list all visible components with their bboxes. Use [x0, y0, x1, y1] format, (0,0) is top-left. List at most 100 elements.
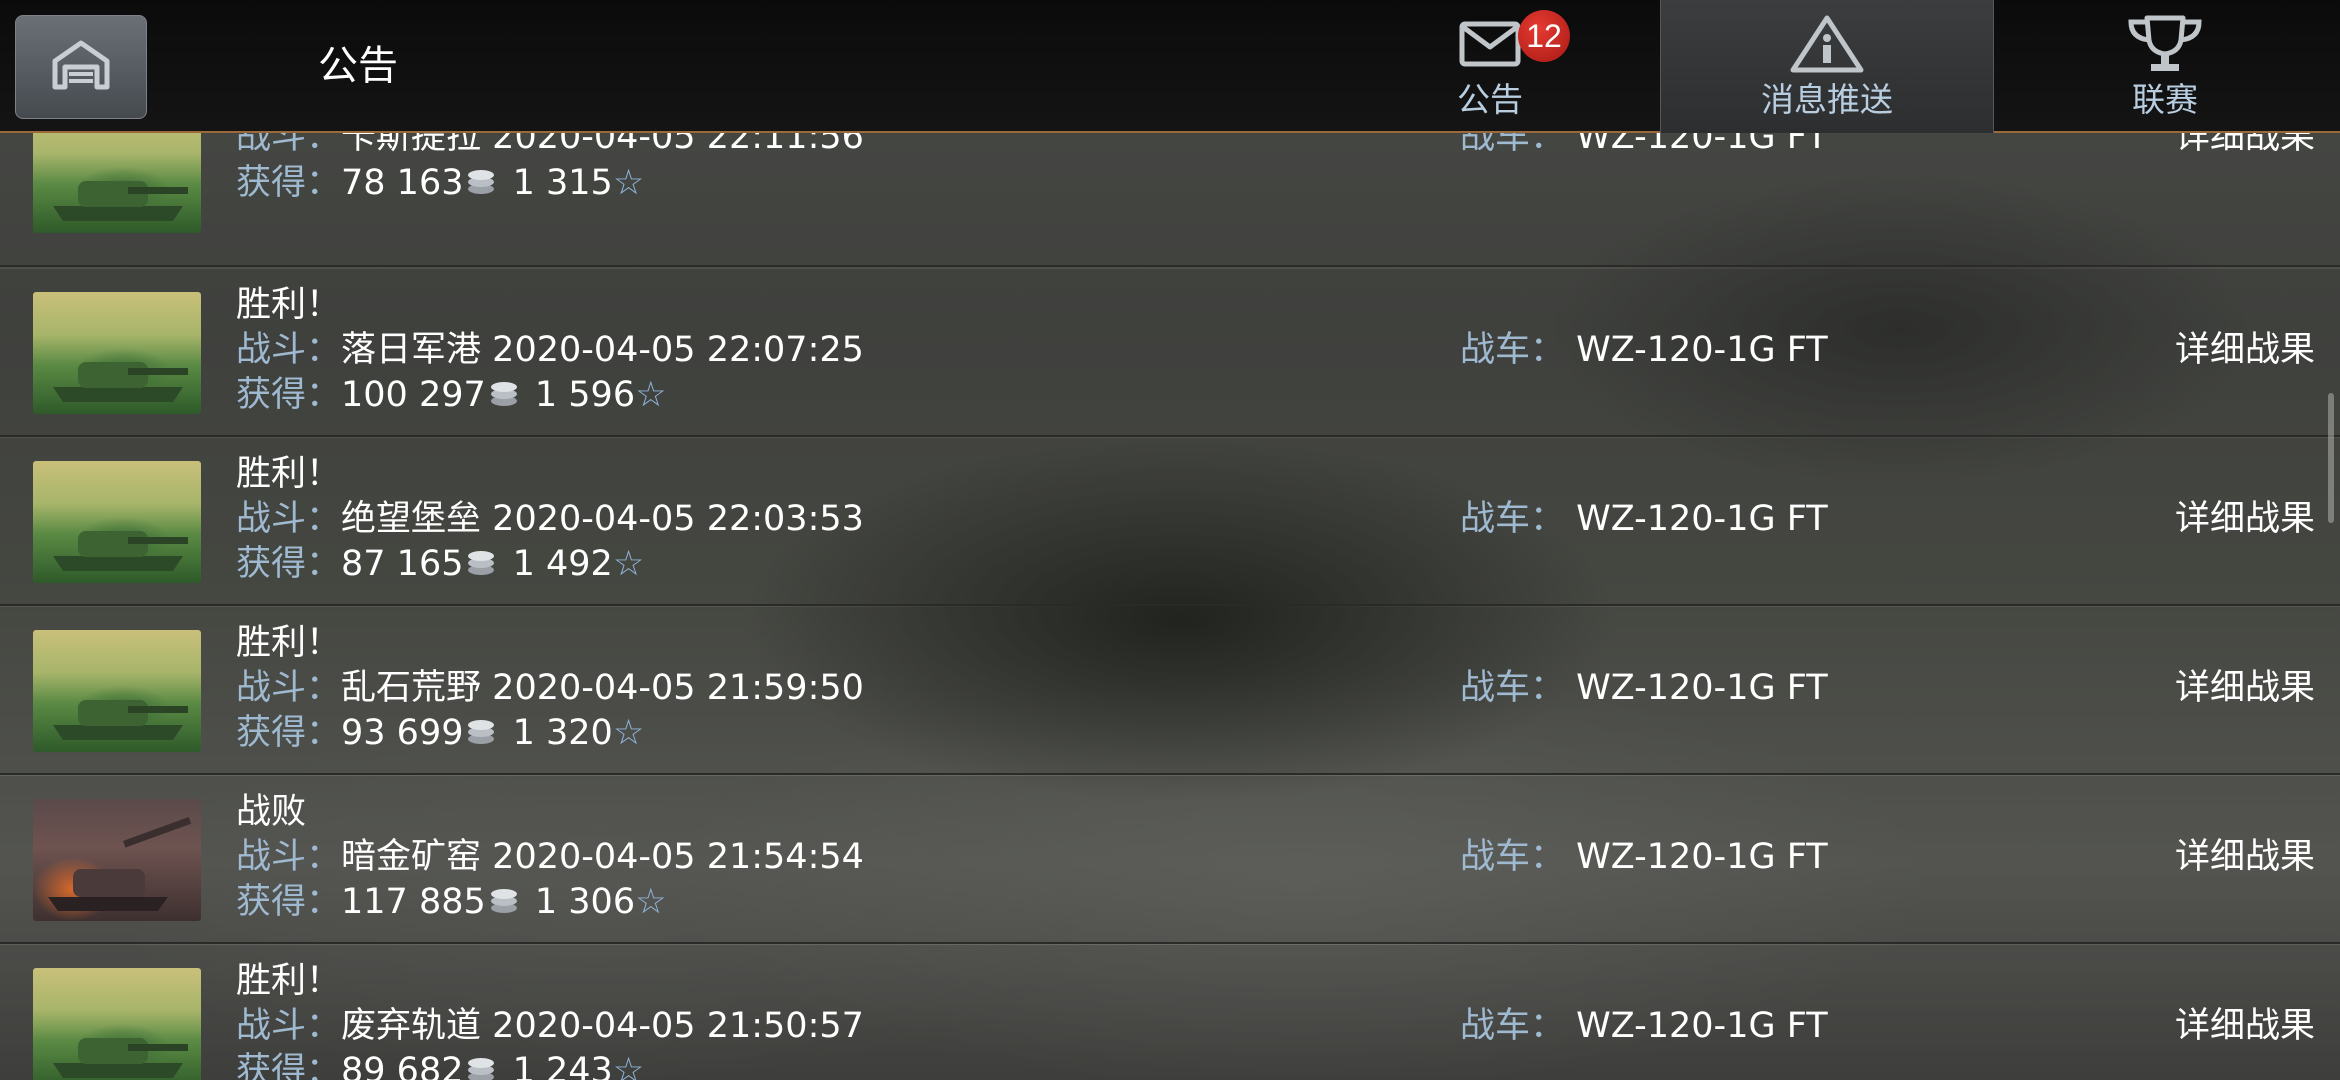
credits-coin-icon: [488, 881, 520, 925]
detail-results-button[interactable]: 详细战果: [2175, 497, 2315, 541]
battle-result: 胜利！: [236, 454, 342, 494]
xp-star-icon: ☆: [612, 544, 645, 584]
xp-value: 1 315: [512, 163, 613, 203]
tank-label: 战车：: [1460, 330, 1566, 370]
list-item[interactable]: 战斗：卡斯提拉 2020-04-05 22:11:56 获得：78 163 1 …: [0, 133, 2340, 267]
earnings-info: 获得：93 699 1 320☆: [236, 711, 644, 756]
earnings-info: 获得：117 885 1 306☆: [236, 880, 666, 925]
tab-message-push[interactable]: 消息推送: [1660, 0, 1994, 133]
xp-star-icon: ☆: [635, 882, 667, 922]
tank-label: 战车：: [1460, 133, 1566, 157]
xp-value: 1 243: [512, 1051, 613, 1080]
battle-result: 胜利！: [236, 285, 342, 325]
earned-label: 获得：: [236, 1051, 342, 1080]
tank-thumbnail: [33, 292, 201, 414]
tank-label: 战车：: [1460, 1006, 1566, 1046]
tab-message-push-label: 消息推送: [1761, 80, 1893, 119]
list-item[interactable]: 胜利！ 战斗：绝望堡垒 2020-04-05 22:03:53 获得：87 16…: [0, 438, 2340, 606]
tank-name: WZ-120-1G FT: [1576, 668, 1828, 708]
tank-thumbnail: [33, 968, 201, 1080]
tank-info: 战车： WZ-120-1G FT: [1460, 835, 1828, 879]
battle-label: 战斗：: [236, 330, 342, 370]
battle-info: 战斗：卡斯提拉 2020-04-05 22:11:56: [236, 133, 864, 159]
battle-info: 战斗：乱石荒野 2020-04-05 21:59:50: [236, 666, 864, 710]
earned-label: 获得：: [236, 544, 342, 584]
earnings-info: 获得：78 163 1 315☆: [236, 161, 644, 206]
tank-name: WZ-120-1G FT: [1576, 1006, 1828, 1046]
scrollbar[interactable]: [2328, 393, 2334, 523]
credits-value: 93 699: [341, 713, 464, 753]
list-item[interactable]: 胜利！ 战斗：落日军港 2020-04-05 22:07:25 获得：100 2…: [0, 269, 2340, 437]
map-name: 落日军港: [341, 330, 482, 370]
tank-label: 战车：: [1460, 668, 1566, 708]
xp-star-icon: ☆: [612, 1051, 645, 1080]
tank-name: WZ-120-1G FT: [1576, 499, 1828, 539]
battle-label: 战斗：: [236, 668, 342, 708]
mail-icon: [1459, 14, 1521, 74]
credits-coin-icon: [465, 162, 497, 206]
battle-result: 战败: [236, 792, 307, 832]
map-name: 乱石荒野: [341, 668, 482, 708]
credits-coin-icon: [465, 543, 497, 587]
battle-label: 战斗：: [236, 133, 342, 157]
detail-results-button[interactable]: 详细战果: [2175, 328, 2315, 372]
credits-coin-icon: [465, 712, 497, 756]
battle-info: 战斗：暗金矿窑 2020-04-05 21:54:54: [236, 835, 864, 879]
tab-league-label: 联赛: [2132, 80, 2198, 119]
battle-time: 2020-04-05 21:59:50: [492, 668, 864, 708]
tank-label: 战车：: [1460, 499, 1566, 539]
top-bar: 公告 公告 12 消息推送 联赛: [0, 0, 2340, 133]
detail-results-button[interactable]: 详细战果: [2175, 835, 2315, 879]
battle-label: 战斗：: [236, 837, 342, 877]
battle-time: 2020-04-05 21:54:54: [492, 837, 864, 877]
battle-label: 战斗：: [236, 1006, 342, 1046]
page-title: 公告: [318, 43, 398, 89]
xp-star-icon: ☆: [612, 163, 645, 203]
tab-notice-label: 公告: [1457, 80, 1523, 119]
tank-info: 战车： WZ-120-1G FT: [1460, 133, 1828, 159]
credits-value: 89 682: [341, 1051, 464, 1080]
trophy-icon: [2125, 14, 2205, 74]
credits-value: 100 297: [341, 375, 486, 415]
earnings-info: 获得：100 297 1 596☆: [236, 373, 666, 418]
xp-star-icon: ☆: [612, 713, 645, 753]
xp-value: 1 492: [512, 544, 613, 584]
battle-info: 战斗：落日军港 2020-04-05 22:07:25: [236, 328, 864, 372]
tank-label: 战车：: [1460, 837, 1566, 877]
battle-info: 战斗：绝望堡垒 2020-04-05 22:03:53: [236, 497, 864, 541]
list-item[interactable]: 胜利！ 战斗：乱石荒野 2020-04-05 21:59:50 获得：93 69…: [0, 607, 2340, 775]
map-name: 绝望堡垒: [341, 499, 482, 539]
battle-results-list[interactable]: 战斗：卡斯提拉 2020-04-05 22:11:56 获得：78 163 1 …: [0, 133, 2340, 1080]
home-button[interactable]: [15, 15, 147, 119]
earned-label: 获得：: [236, 713, 342, 753]
tank-thumbnail: [33, 799, 201, 921]
battle-label: 战斗：: [236, 499, 342, 539]
credits-coin-icon: [465, 1050, 497, 1080]
earnings-info: 获得：89 682 1 243☆: [236, 1049, 644, 1080]
tab-league[interactable]: 联赛: [2080, 0, 2250, 133]
tank-name: WZ-120-1G FT: [1576, 837, 1828, 877]
tank-name: WZ-120-1G FT: [1576, 133, 1828, 157]
detail-results-button[interactable]: 详细战果: [2175, 1004, 2315, 1048]
battle-result: 胜利！: [236, 961, 342, 1001]
list-item[interactable]: 战败 战斗：暗金矿窑 2020-04-05 21:54:54 获得：117 88…: [0, 776, 2340, 944]
detail-results-button[interactable]: 详细战果: [2175, 133, 2315, 159]
xp-value: 1 596: [534, 375, 636, 415]
garage-icon: [49, 37, 113, 97]
tank-name: WZ-120-1G FT: [1576, 330, 1828, 370]
credits-coin-icon: [488, 374, 520, 418]
list-item[interactable]: 胜利！ 战斗：废弃轨道 2020-04-05 21:50:57 获得：89 68…: [0, 945, 2340, 1080]
tank-info: 战车： WZ-120-1G FT: [1460, 497, 1828, 541]
map-name: 废弃轨道: [341, 1006, 482, 1046]
warning-icon: [1789, 14, 1865, 74]
battle-time: 2020-04-05 22:03:53: [492, 499, 864, 539]
tank-info: 战车： WZ-120-1G FT: [1460, 1004, 1828, 1048]
tank-thumbnail: [33, 461, 201, 583]
earned-label: 获得：: [236, 882, 342, 922]
map-name: 卡斯提拉: [341, 133, 482, 157]
tank-info: 战车： WZ-120-1G FT: [1460, 328, 1828, 372]
tank-info: 战车： WZ-120-1G FT: [1460, 666, 1828, 710]
battle-time: 2020-04-05 22:11:56: [492, 133, 864, 157]
detail-results-button[interactable]: 详细战果: [2175, 666, 2315, 710]
tank-thumbnail: [33, 630, 201, 752]
